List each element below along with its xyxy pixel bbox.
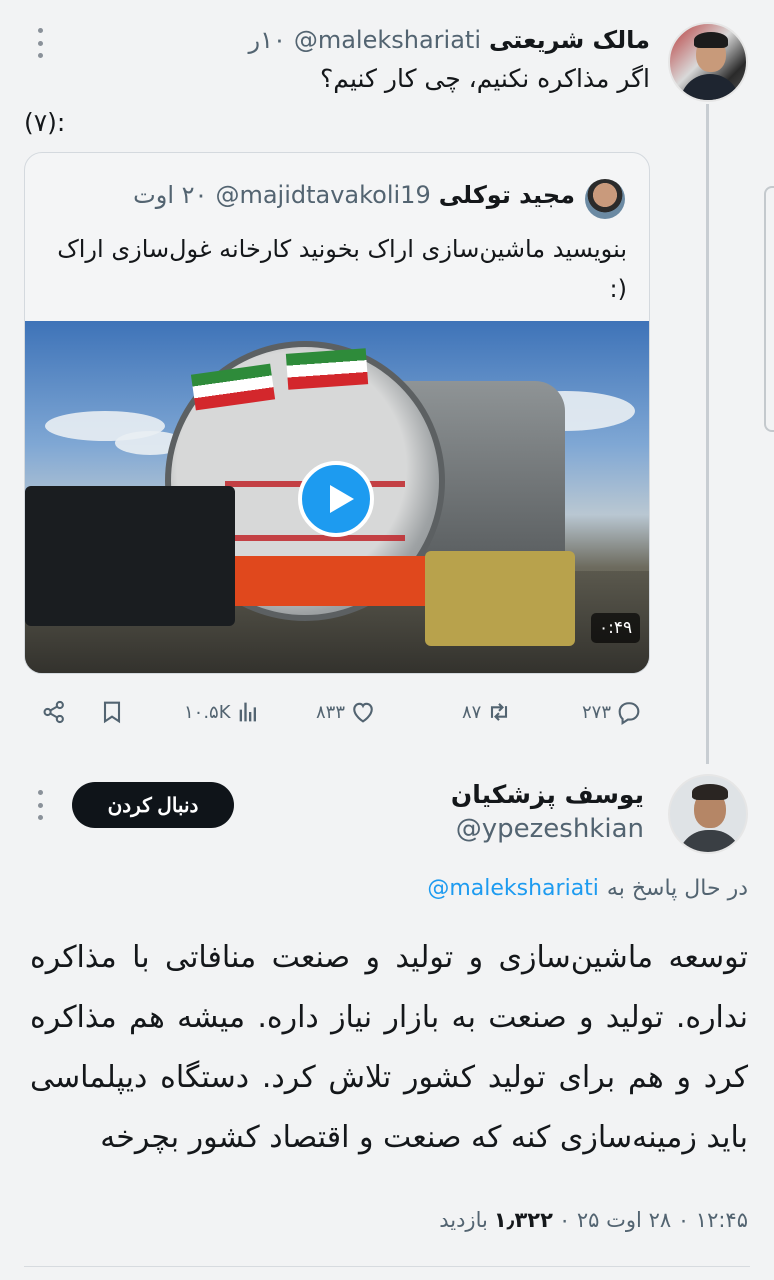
more-options-icon[interactable]	[36, 790, 44, 820]
bookmark-action[interactable]	[98, 696, 126, 728]
views-count: ۱۰.۵K	[184, 701, 231, 723]
quoted-author-handle: @majidtavakoli19	[215, 181, 431, 209]
like-count: ۸۳۳	[316, 701, 346, 723]
quoted-avatar	[585, 179, 625, 219]
avatar[interactable]	[668, 774, 748, 854]
author-name[interactable]: یوسف پزشکیان	[451, 780, 644, 809]
thread-line	[706, 104, 709, 764]
retweet-count: ۸۷	[462, 701, 482, 723]
reply-icon	[618, 702, 640, 726]
more-options-icon[interactable]	[36, 28, 44, 58]
reply-count: ۲۷۳	[582, 701, 612, 723]
views-action[interactable]: ۱۰.۵K	[184, 696, 263, 728]
bookmark-icon	[103, 701, 121, 724]
reply-mention-link[interactable]: @malekshariati	[427, 876, 599, 901]
play-icon[interactable]	[298, 461, 374, 537]
author-handle[interactable]: @ypezeshkian	[456, 814, 644, 844]
divider	[24, 1266, 750, 1267]
tweet-text: توسعه ماشین‌سازی و تولید و صنعت منافاتی …	[30, 940, 748, 1155]
video-player[interactable]: ۰:۴۹	[25, 321, 649, 673]
edge-handle[interactable]	[764, 186, 774, 432]
like-action[interactable]: ۸۳۳	[316, 696, 377, 728]
retweet-icon	[491, 703, 508, 721]
avatar[interactable]	[668, 22, 748, 102]
tweet-views-count: ۱٫۳۲۲	[493, 1208, 553, 1232]
tweet-views-label: بازدید	[439, 1208, 488, 1232]
tweet-time[interactable]: ۱۰ر	[248, 26, 285, 54]
reply-prefix: در حال پاسخ به	[606, 876, 748, 901]
analytics-icon	[239, 702, 256, 722]
share-action[interactable]	[40, 696, 68, 728]
quoted-author-name: مجید توکلی	[438, 181, 575, 209]
replying-to: در حال پاسخ به @malekshariati	[427, 876, 748, 901]
heart-icon	[353, 702, 373, 723]
tweet-text: اگر مذاکره نکنیم، چی کار کنیم؟	[320, 64, 650, 93]
retweet-action[interactable]: ۸۷	[462, 696, 513, 728]
tweet-timestamp[interactable]: ۱۲:۴۵ ۰ ۲۸ اوت ۲۵ ۰	[559, 1208, 748, 1232]
reply-action[interactable]: ۲۷۳	[582, 696, 643, 728]
tweet-header: مالک شریعتی @malekshariati ۱۰ر	[248, 26, 650, 54]
video-duration: ۰:۴۹	[591, 613, 641, 643]
tweet-meta: ۱۲:۴۵ ۰ ۲۸ اوت ۲۵ ۰ ۱٫۳۲۲ بازدید	[439, 1208, 748, 1232]
quoted-header: مجید توکلی @majidtavakoli19 ۲۰ اوت	[133, 181, 575, 209]
quoted-tweet-card[interactable]: مجید توکلی @majidtavakoli19 ۲۰ اوت بنویس…	[24, 152, 650, 674]
share-icon	[43, 700, 64, 724]
quoted-text: بنویسید ماشین‌سازی اراک بخونید کارخانه غ…	[57, 235, 627, 303]
author-handle[interactable]: @malekshariati	[294, 26, 481, 54]
tweet-text-extra: (۷):	[24, 108, 66, 137]
follow-button[interactable]: دنبال کردن	[72, 782, 234, 828]
quoted-tweet-time: ۲۰ اوت	[133, 181, 208, 209]
author-name[interactable]: مالک شریعتی	[489, 26, 650, 54]
